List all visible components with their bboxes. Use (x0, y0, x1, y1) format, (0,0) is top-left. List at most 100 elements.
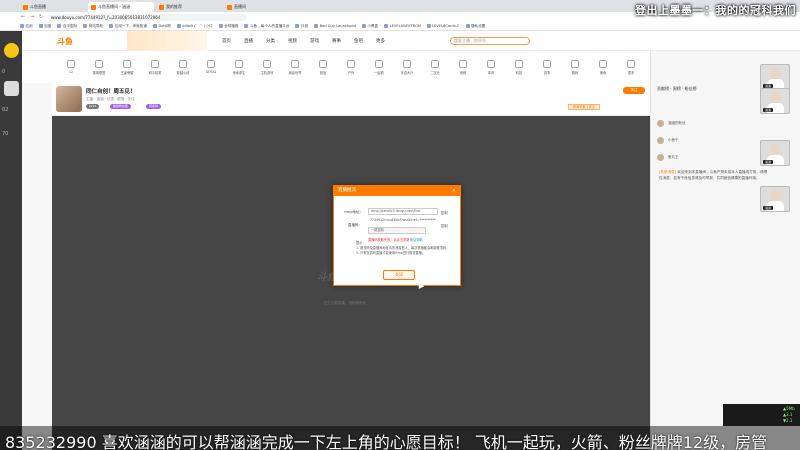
bookmark-item[interactable]: 应用 (20, 24, 33, 29)
category-icon (459, 59, 467, 68)
dialog-title: 直播推流 (338, 188, 356, 193)
stream-stats: ▲5Mb ▲3.1 ▼2.1 (723, 404, 800, 426)
reload-icon[interactable]: ↻ (38, 14, 44, 20)
forward-icon[interactable]: → (29, 14, 35, 20)
follow-button[interactable]: 关注 (623, 87, 645, 94)
nav-item[interactable]: 视频 (288, 38, 297, 44)
category-item[interactable]: 赛事 (533, 59, 561, 75)
bookmark-item[interactable]: 应用一下，你就知道 (109, 24, 147, 29)
bookmark-item[interactable]: 全球播报 (218, 24, 238, 29)
bookmark-item[interactable]: 隐私设置 (465, 24, 485, 29)
nav-item[interactable]: 直播 (244, 38, 253, 44)
avatar[interactable] (56, 86, 82, 112)
nav-item[interactable]: 更多 (376, 38, 385, 44)
category-icon (347, 59, 355, 68)
nav-item[interactable]: 赛事 (332, 38, 341, 44)
nav-item[interactable]: 分类 (266, 38, 275, 44)
bookmark-icon (244, 24, 249, 28)
browser-tab[interactable]: 直播间 (224, 2, 290, 12)
category-icon (627, 59, 635, 68)
pencil-icon[interactable] (4, 43, 19, 58)
category-item[interactable]: 王者荣耀 (113, 59, 141, 75)
bookmark-item[interactable]: LEVEL8Cards-C (426, 24, 460, 28)
browser-tab[interactable]: 我的推荐 (156, 2, 222, 12)
category-item[interactable]: 12 (57, 60, 85, 74)
bookmark-icon (361, 24, 366, 28)
search-input[interactable]: 搜索主播、房间号 (450, 37, 530, 45)
url-field[interactable]: www.douyu.com/7744912?_f=203006501383107… (47, 13, 247, 21)
sidebar-counter: 70 (2, 131, 9, 137)
category-item[interactable]: 绝地求生 (225, 59, 253, 75)
category-item[interactable]: 科技 (505, 59, 533, 75)
category-item[interactable]: 更多 (617, 59, 645, 75)
back-icon[interactable]: ← (20, 14, 26, 20)
rank-avatar (657, 137, 664, 144)
webcam-thumbnail: 涵涵 (760, 64, 790, 90)
category-item[interactable]: 手游大厅 (393, 59, 421, 75)
category-icon (487, 59, 495, 68)
bookmarks-bar: 应用 百度 百中国标 网站导航 应用一下，你就知道 DotA吧 bilibili (゜-゜)… (0, 22, 800, 31)
stream-key-field[interactable]: 7744912rUuuEKAcf?wsSecret=********** (368, 218, 438, 225)
category-icon (67, 60, 75, 68)
category-item[interactable]: 数码 (561, 59, 589, 75)
nav-item[interactable]: 游戏 (310, 38, 319, 44)
bookmark-item[interactable]: LEVEL8&EXTRON (384, 24, 421, 28)
category-item[interactable]: 二次元 (421, 59, 449, 75)
category-item[interactable]: DOTA2 (197, 60, 225, 74)
category-item[interactable]: 英雄联盟 (85, 59, 113, 75)
bookmark-item[interactable]: bilibili (゜-゜)つロ (176, 24, 213, 29)
sidebar-counter: 02 (2, 107, 9, 113)
rank-row[interactable]: 涵涵的粉丝 (657, 119, 757, 128)
fan-badge[interactable]: 超级粉丝团 (110, 104, 132, 109)
category-item[interactable]: 美食 (589, 59, 617, 75)
bookmark-item[interactable]: 抖音 (295, 24, 308, 29)
category-item[interactable]: 魔兽世界 (281, 59, 309, 75)
category-item[interactable]: 颜值 (309, 59, 337, 75)
category-row: 12 英雄联盟 王者荣耀 和平精英 穿越火线 DOTA2 绝地求生 主机游戏 魔兽世界 颜值 户外一… (22, 51, 650, 83)
close-icon[interactable]: × (452, 186, 456, 196)
category-icon (571, 59, 579, 68)
dialog-tips: 提示： 1. 推流码及直播间地址请勿泄露他人，每次重播都会刷新推流码。 2. 只… (356, 241, 450, 255)
webcam-thumbnail: 涵涵 (760, 186, 790, 212)
copy-rtmp-button[interactable]: 复制 (441, 210, 448, 215)
category-icon (599, 59, 607, 68)
window-icon[interactable] (4, 81, 19, 96)
report-button[interactable]: 房间举报 | 关注 (568, 104, 600, 110)
rank-row[interactable]: 鱼丸王 (657, 153, 757, 162)
nav-item[interactable]: 首页 (222, 38, 231, 44)
bookmark-item[interactable]: 网站导航 (83, 24, 103, 29)
screen: 斗鱼直播 斗鱼直播间 - 涵涵 我的推荐 直播间 ← → ↻ www.douyu… (0, 0, 800, 450)
bookmark-item[interactable]: Bad Guy Launchpad (314, 24, 356, 28)
rank-badge[interactable]: 周星榜 (146, 104, 162, 109)
browser-tab-active[interactable]: 斗鱼直播间 - 涵涵 (88, 2, 154, 12)
site-nav: 首页 直播 分类 视频 游戏 赛事 鱼吧 更多 (222, 38, 398, 44)
copy-key-button[interactable]: 复制 (441, 223, 448, 228)
category-item[interactable]: 穿越火线 (169, 59, 197, 75)
bookmark-item[interactable]: 斗鱼 - 每个人的直播平台 (244, 24, 289, 29)
rank-row[interactable]: 小鱼干 (657, 136, 757, 145)
category-item[interactable]: 户外 (337, 59, 365, 75)
site-logo[interactable]: 斗鱼 (57, 36, 73, 47)
nav-item[interactable]: 鱼吧 (354, 38, 363, 44)
favicon-icon (159, 4, 164, 10)
category-item[interactable]: 音频 (449, 59, 477, 75)
rtmp-address-field[interactable]: rtmp://sendtc3.douyu.com/live (368, 208, 438, 215)
chat-message: [系统消息] 欢迎来到本直播间，斗鱼严禁未成年人直播或打赏，请理性消费，如有不良… (659, 170, 768, 180)
copy-select[interactable]: 一键复制 (368, 227, 426, 234)
category-item[interactable]: 体育 (477, 59, 505, 75)
close-button[interactable]: 关闭 (383, 270, 415, 280)
browser-tab[interactable]: 斗鱼直播 (20, 2, 86, 12)
bookmark-item[interactable]: 小黑盒 (361, 24, 378, 29)
overlay-sidebar: 0 02 70 (0, 31, 22, 450)
category-icon (431, 59, 439, 68)
category-icon (207, 60, 215, 68)
category-item[interactable]: 和平精英 (141, 59, 169, 75)
bookmark-item[interactable]: 百度 (38, 24, 51, 29)
bookmark-item[interactable]: 百中国标 (57, 24, 77, 29)
category-icon (375, 59, 383, 68)
bookmark-item[interactable]: DotA吧 (152, 24, 171, 29)
category-item[interactable]: 主机游戏 (253, 59, 281, 75)
category-item[interactable]: 一起看 (365, 59, 393, 75)
rank-title[interactable]: 贡献榜 · 周榜 · 粉丝榜 (657, 86, 697, 92)
category-icon (403, 59, 411, 68)
